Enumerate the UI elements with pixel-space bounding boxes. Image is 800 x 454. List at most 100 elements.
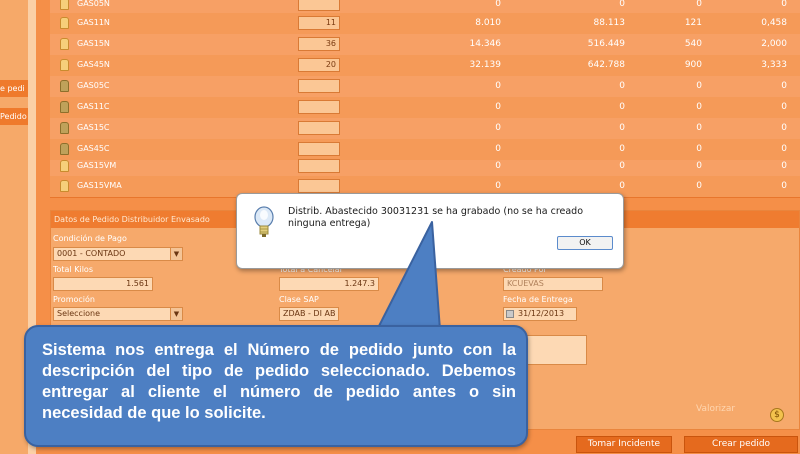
sidebar-item-label: Pedido [0, 112, 27, 121]
fecha-entrega-value: 31/12/2013 [518, 309, 565, 318]
cell-value: 0 [781, 0, 787, 9]
quantity-input[interactable] [298, 100, 340, 114]
cell-value: 0 [495, 123, 501, 133]
table-row: GAS15N 36 14.346 516.449 540 2,000 [50, 34, 800, 55]
table-row: GAS15C 0 0 0 0 [50, 118, 800, 139]
cell-value: 0 [495, 181, 501, 191]
cell-value: 900 [684, 60, 702, 70]
table-row: GAS05C 0 0 0 0 [50, 76, 800, 97]
product-grid: GAS05N 0 0 0 0 GAS11N 11 8.010 88.113 12… [50, 0, 800, 198]
cell-value: 0 [495, 144, 501, 154]
total-cancelar-field[interactable]: 1.247.3 [279, 277, 379, 291]
sidebar-item-pedido-2[interactable]: Pedido [0, 108, 28, 125]
product-name: GAS11C [77, 102, 110, 111]
table-row: GAS45N 20 32.139 642.788 900 3,333 [50, 55, 800, 76]
cell-value: 0 [781, 181, 787, 191]
promocion-value: Seleccione [57, 309, 101, 318]
quantity-input[interactable] [298, 79, 340, 93]
confirmation-dialog: Distrib. Abastecido 30031231 se ha graba… [236, 193, 624, 269]
crear-pedido-button[interactable]: Crear pedido [684, 436, 798, 453]
cell-value: 14.346 [469, 39, 502, 49]
coin-icon[interactable]: $ [770, 408, 784, 422]
promocion-label: Promoción [53, 295, 95, 304]
calendar-icon[interactable] [506, 310, 514, 318]
cell-value: 0 [781, 144, 787, 154]
ok-button[interactable]: OK [557, 236, 613, 250]
cell-value: 0 [495, 102, 501, 112]
sidebar-item-pedido-1[interactable]: e pedi [0, 80, 28, 97]
quantity-input[interactable]: 11 [298, 16, 340, 30]
cell-value: 0 [781, 102, 787, 112]
gas-cylinder-icon [60, 101, 69, 113]
gas-cylinder-icon [60, 17, 69, 29]
cell-value: 2,000 [761, 39, 787, 49]
gas-cylinder-icon [60, 160, 69, 172]
cell-value: 0 [781, 123, 787, 133]
total-kilos-field[interactable]: 1.561 [53, 277, 153, 291]
valorizar-label[interactable]: Valorizar [696, 404, 735, 414]
cell-value: 516.449 [587, 39, 625, 49]
cell-value: 0 [495, 81, 501, 91]
cell-value: 0 [696, 0, 702, 9]
cell-value: 0 [696, 181, 702, 191]
cell-value: 0 [696, 161, 702, 171]
cell-value: 0 [781, 81, 787, 91]
chevron-down-icon: ▼ [170, 308, 182, 320]
tutorial-callout: Sistema nos entrega el Número de pedido … [24, 325, 528, 447]
dialog-message: Distrib. Abastecido 30031231 se ha graba… [288, 206, 584, 229]
cell-value: 3,333 [761, 60, 787, 70]
product-name: GAS15N [77, 39, 110, 48]
table-row: GAS11C 0 0 0 0 [50, 97, 800, 118]
cell-value: 0,458 [761, 18, 787, 28]
quantity-input[interactable] [298, 0, 340, 11]
cell-value: 0 [619, 0, 625, 9]
product-name: GAS11N [77, 18, 110, 27]
gas-cylinder-icon [60, 80, 69, 92]
product-name: GAS15C [77, 123, 110, 132]
quantity-input[interactable]: 20 [298, 58, 340, 72]
cell-value: 0 [619, 161, 625, 171]
quantity-input[interactable] [298, 159, 340, 173]
cell-value: 540 [684, 39, 702, 49]
creado-por-field: KCUEVAS [503, 277, 603, 291]
cell-value: 0 [619, 123, 625, 133]
gas-cylinder-icon [60, 38, 69, 50]
product-name: GAS15VMA [77, 181, 122, 190]
cell-value: 0 [619, 181, 625, 191]
condicion-select[interactable]: 0001 - CONTADO ▼ [53, 247, 183, 261]
product-name: GAS45C [77, 144, 110, 153]
cell-value: 0 [696, 123, 702, 133]
gas-cylinder-icon [60, 143, 69, 155]
product-name: GAS15VM [77, 161, 117, 170]
fecha-entrega-label: Fecha de Entrega [503, 295, 573, 304]
gas-cylinder-icon [60, 0, 69, 10]
product-name: GAS05C [77, 81, 110, 90]
product-name: GAS45N [77, 60, 110, 69]
condicion-value: 0001 - CONTADO [57, 249, 126, 258]
cell-value: 0 [781, 161, 787, 171]
total-kilos-label: Total Kilos [53, 265, 93, 274]
promocion-select[interactable]: Seleccione ▼ [53, 307, 183, 321]
product-name: GAS05N [77, 0, 110, 8]
chevron-down-icon: ▼ [170, 248, 182, 260]
fecha-entrega-field[interactable]: 31/12/2013 [503, 307, 577, 321]
table-row: GAS15VM 0 0 0 0 [50, 156, 800, 177]
quantity-input[interactable] [298, 179, 340, 193]
cell-value: 0 [619, 81, 625, 91]
sidebar-item-label: e pedi [0, 84, 25, 93]
cell-value: 0 [696, 102, 702, 112]
quantity-input[interactable] [298, 121, 340, 135]
table-row: GAS11N 11 8.010 88.113 121 0,458 [50, 13, 800, 34]
condicion-label: Condición de Pago [53, 234, 127, 243]
gas-cylinder-icon [60, 59, 69, 71]
cell-value: 88.113 [593, 18, 626, 28]
tomar-incidente-button[interactable]: Tomar Incidente [576, 436, 672, 453]
cell-value: 121 [684, 18, 702, 28]
callout-text: Sistema nos entrega el Número de pedido … [42, 341, 516, 422]
cell-value: 0 [495, 161, 501, 171]
quantity-input[interactable]: 36 [298, 37, 340, 51]
cell-value: 642.788 [587, 60, 625, 70]
clase-sap-label: Clase SAP [279, 295, 319, 304]
quantity-input[interactable] [298, 142, 340, 156]
clase-sap-select[interactable]: ZDAB - DI AB [279, 307, 339, 321]
